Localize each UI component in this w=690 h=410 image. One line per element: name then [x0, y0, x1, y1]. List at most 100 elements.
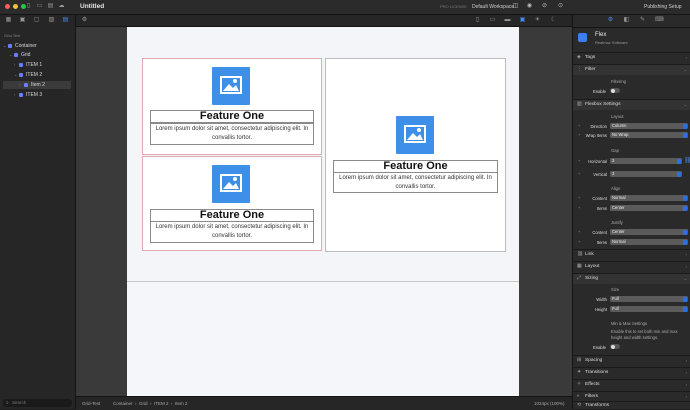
- direction-select[interactable]: Column: [610, 123, 688, 129]
- wrap-items-select[interactable]: No Wrap: [610, 132, 688, 138]
- outline-tab-icon[interactable]: ▦: [5, 17, 12, 24]
- link-gap-icon[interactable]: ⛓: [684, 157, 690, 164]
- files-tab-icon[interactable]: ▢: [33, 17, 40, 24]
- chevron-right-icon: ›: [685, 382, 687, 387]
- min-max-enable-toggle[interactable]: [610, 344, 620, 349]
- align-items-label: Items: [596, 206, 607, 211]
- tree-item-item2-child[interactable]: › Item 2: [3, 81, 71, 89]
- library-icon[interactable]: ▭: [36, 3, 43, 10]
- minimize-button[interactable]: [13, 4, 18, 9]
- horizontal-gap-label: Horizontal: [588, 159, 607, 164]
- dropdown-arrow-icon: [677, 171, 681, 177]
- section-link[interactable]: ⛓ Link ›: [573, 249, 690, 260]
- chevron-right-icon: ›: [685, 264, 687, 269]
- pages-icon[interactable]: ▤: [47, 3, 54, 10]
- dark-mode-icon[interactable]: ☾: [550, 17, 557, 24]
- feature-card[interactable]: Feature One Lorem ipsum dolor sit amet, …: [325, 58, 506, 252]
- layout-icon: ▦: [577, 264, 582, 269]
- section-effects[interactable]: ✧ Effects ›: [573, 379, 690, 390]
- tablet-preview-icon[interactable]: ▭: [489, 17, 496, 24]
- layers-tab-icon[interactable]: ▤: [62, 17, 69, 24]
- search-input[interactable]: ⌕ Search: [3, 399, 72, 407]
- add-icon[interactable]: +: [578, 123, 580, 128]
- image-placeholder-icon[interactable]: [212, 67, 250, 105]
- section-flexbox-settings[interactable]: ▥ Flexbox Settings ⌄: [573, 99, 690, 110]
- align-content-label: Content: [592, 196, 607, 201]
- grid-icon: [14, 52, 18, 57]
- phone-preview-icon[interactable]: ▯: [474, 17, 481, 24]
- desktop-preview-icon[interactable]: ▣: [519, 17, 526, 24]
- assets-tab-icon[interactable]: ▧: [48, 17, 55, 24]
- section-transitions[interactable]: ✦ Transitions ›: [573, 367, 690, 378]
- sidebar-toggle-icon[interactable]: ▯: [25, 3, 32, 10]
- settings-tab-icon[interactable]: ⚙: [607, 17, 614, 24]
- filtering-heading: Filtering: [611, 79, 626, 84]
- feature-description[interactable]: Lorem ipsum dolor sit amet, consectetur …: [333, 172, 498, 193]
- justify-content-select[interactable]: Center: [610, 229, 688, 235]
- export-icon[interactable]: ⊙: [557, 3, 564, 10]
- dropdown-arrow-icon: [683, 239, 687, 245]
- resources-tab-icon[interactable]: ▣: [19, 17, 26, 24]
- vertical-gap-select[interactable]: 3: [610, 171, 682, 177]
- item-icon: [24, 82, 28, 87]
- justify-items-select[interactable]: Normal: [610, 239, 688, 245]
- section-layout[interactable]: ▦ Layout ›: [573, 261, 690, 272]
- preview-icon[interactable]: ◉: [526, 3, 533, 10]
- size-heading: Size: [611, 287, 620, 292]
- tree-item-container[interactable]: ⌄ Container: [3, 42, 75, 50]
- justify-content-label: Content: [592, 230, 607, 235]
- title-bar: ▯ ▭ ▤ ☁ Untitled PRO LICENSE Default Wor…: [0, 0, 690, 15]
- settings-icon[interactable]: ⚙: [81, 17, 88, 24]
- height-select[interactable]: Full: [610, 306, 688, 312]
- chevron-down-icon: ⌄: [683, 276, 687, 281]
- item-icon: [19, 62, 23, 67]
- publishing-setup-button[interactable]: Publishing Setup: [644, 4, 682, 10]
- tree-item-item2[interactable]: ⌄ ITEM 2: [14, 71, 75, 79]
- tree-item-item3[interactable]: › ITEM 3: [14, 91, 75, 99]
- dropdown-arrow-icon: [683, 195, 687, 201]
- close-button[interactable]: [5, 4, 10, 9]
- align-items-select[interactable]: Center: [610, 205, 688, 211]
- chevron-right-icon: ›: [685, 358, 687, 363]
- dropdown-arrow-icon: [677, 158, 681, 164]
- laptop-preview-icon[interactable]: ▬: [504, 17, 511, 24]
- align-heading: Align: [611, 186, 621, 191]
- layout-tab-icon[interactable]: ◧: [623, 17, 630, 24]
- cloud-icon[interactable]: ☁: [58, 3, 65, 10]
- image-placeholder-icon[interactable]: [396, 116, 434, 154]
- image-placeholder-icon[interactable]: [212, 165, 250, 203]
- feature-description[interactable]: Lorem ipsum dolor sit amet, consectetur …: [150, 221, 314, 243]
- vertical-gap-label: Vertical: [593, 172, 607, 177]
- filtering-enable-toggle[interactable]: [610, 88, 620, 93]
- feature-description[interactable]: Lorem ipsum dolor sit amet, consectetur …: [150, 123, 314, 145]
- dropdown-arrow-icon: [683, 132, 687, 138]
- feature-card[interactable]: Feature One Lorem ipsum dolor sit amet, …: [142, 58, 322, 155]
- filter-icon: ⋮: [577, 67, 582, 72]
- page-footer-area: [127, 281, 519, 397]
- breadcrumb[interactable]: Container › Grid › ITEM 2 › Item 2: [113, 401, 188, 406]
- horizontal-gap-select[interactable]: 3: [610, 158, 682, 164]
- dropdown-arrow-icon: [683, 296, 687, 302]
- section-spacing[interactable]: ⊞ Spacing ›: [573, 355, 690, 366]
- chevron-down-icon: ⌄: [683, 67, 687, 72]
- section-sizing[interactable]: ⤢ Sizing ⌄: [573, 273, 690, 284]
- align-content-select[interactable]: Normal: [610, 195, 688, 201]
- workspace-select[interactable]: Default Workspace: [472, 4, 514, 10]
- width-select[interactable]: Full: [610, 296, 688, 302]
- tree-item-item1[interactable]: › ITEM 1: [14, 61, 75, 69]
- dropdown-arrow-icon: [683, 229, 687, 235]
- section-tags[interactable]: ◈ Tags ›: [573, 52, 690, 63]
- license-label: PRO LICENSE: [440, 4, 467, 9]
- layout-heading: Layout: [611, 114, 624, 119]
- wide-preview-icon[interactable]: ☀: [534, 17, 541, 24]
- tree-item-grid[interactable]: ⌄ Grid: [9, 51, 75, 59]
- publish-icon[interactable]: ⊘: [541, 3, 548, 10]
- bookmark-icon[interactable]: ◫: [512, 3, 519, 10]
- min-max-enable-label: Enable: [592, 345, 606, 350]
- style-tab-icon[interactable]: ✎: [639, 17, 646, 24]
- feature-card[interactable]: Feature One Lorem ipsum dolor sit amet, …: [142, 156, 322, 251]
- section-filter[interactable]: ⋮ Filter ⌄: [573, 64, 690, 75]
- feature-title[interactable]: Feature One: [150, 110, 314, 123]
- code-tab-icon[interactable]: ⌨: [655, 17, 664, 24]
- search-icon: ⌕: [6, 400, 9, 406]
